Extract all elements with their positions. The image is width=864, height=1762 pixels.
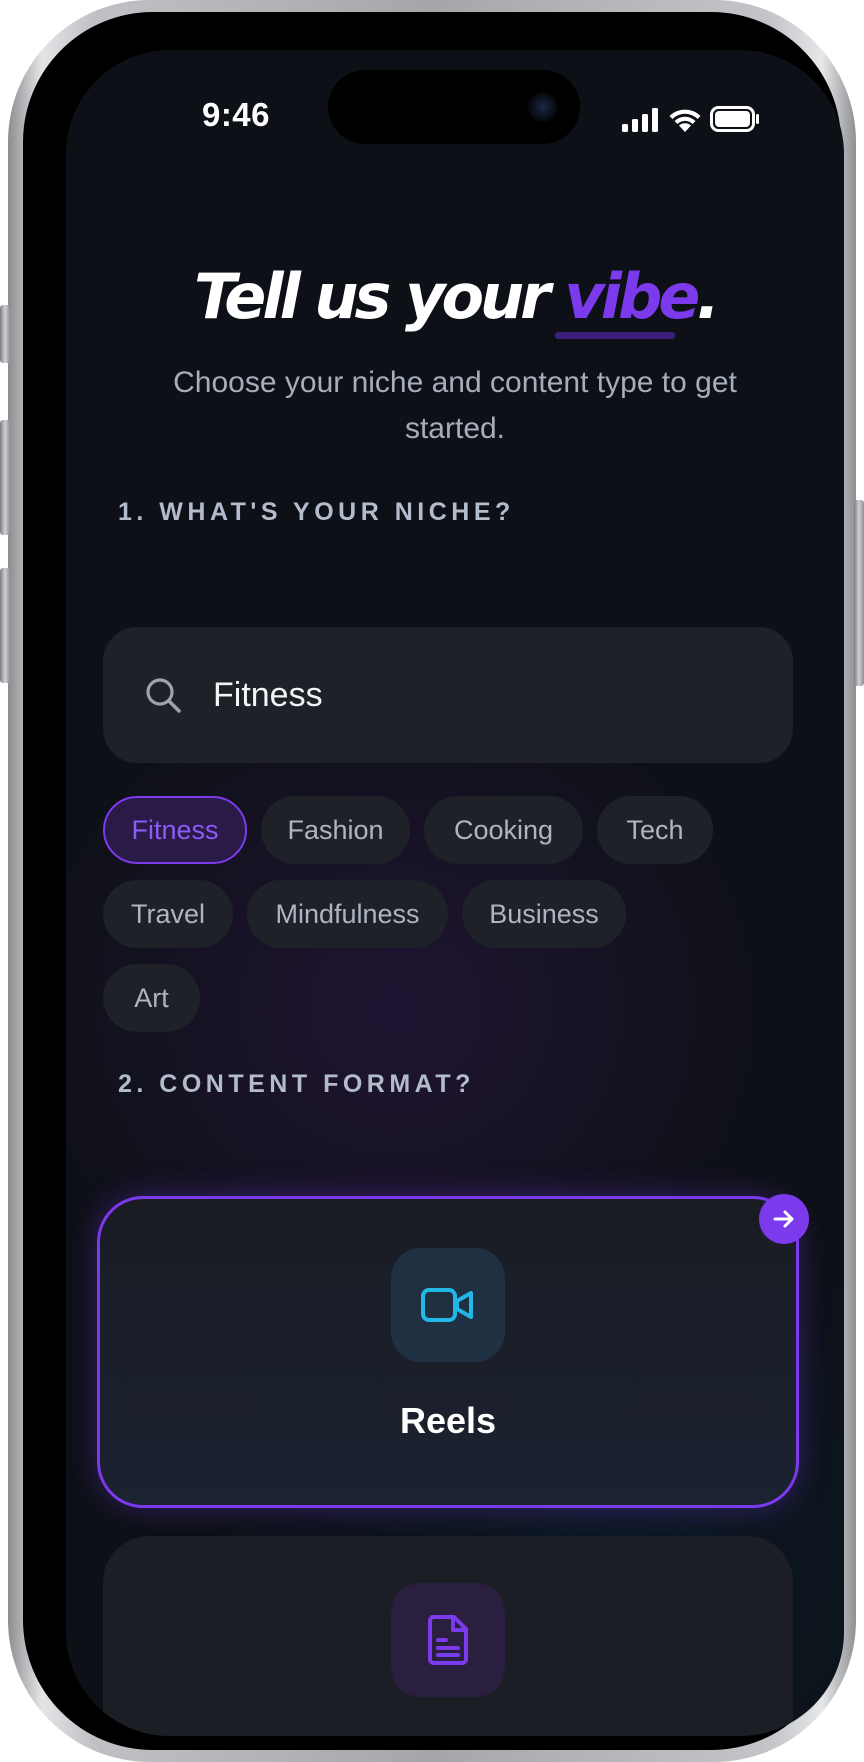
niche-search-input[interactable] <box>213 667 733 723</box>
volume-up-button <box>0 420 10 535</box>
dynamic-island <box>328 70 580 144</box>
format-card-reels[interactable]: Reels <box>97 1196 799 1508</box>
front-camera-icon <box>528 92 558 122</box>
status-icons <box>622 102 762 142</box>
selected-next-badge[interactable] <box>759 1194 809 1244</box>
niche-chip-travel[interactable]: Travel <box>103 880 233 948</box>
cellular-signal-icon <box>622 108 658 132</box>
side-button <box>854 500 864 686</box>
document-icon <box>428 1615 468 1665</box>
screen: 9:46 Tell us your vibe. Choose your nich… <box>66 50 844 1736</box>
status-time: 9:46 <box>201 96 271 133</box>
title-accent: vibe <box>564 260 700 333</box>
niche-chip-fitness[interactable]: Fitness <box>103 796 247 864</box>
niche-chip-cooking[interactable]: Cooking <box>424 796 583 864</box>
page-subtitle: Choose your niche and content type to ge… <box>173 366 737 445</box>
search-icon <box>146 678 181 713</box>
title-main: Tell us your <box>193 260 551 333</box>
format-card-label: Reels <box>399 1400 497 1441</box>
mute-switch <box>0 305 10 363</box>
niche-chip-business[interactable]: Business <box>462 880 626 948</box>
niche-section-label: 1. WHAT'S YOUR NICHE? <box>118 498 515 526</box>
niche-chip-tech[interactable]: Tech <box>597 796 713 864</box>
title-end: . <box>696 260 719 333</box>
niche-search-box[interactable] <box>103 627 793 763</box>
post-icon-tile <box>391 1583 505 1697</box>
title-accent-underline <box>555 332 675 339</box>
video-camera-icon <box>421 1288 473 1322</box>
format-section-label: 2. CONTENT FORMAT? <box>118 1070 475 1098</box>
niche-chip-fashion[interactable]: Fashion <box>261 796 410 864</box>
reels-icon-tile <box>391 1248 505 1362</box>
phone-frame: 9:46 Tell us your vibe. Choose your nich… <box>0 0 864 1762</box>
phone-bezel: 9:46 Tell us your vibe. Choose your nich… <box>23 12 844 1750</box>
battery-icon <box>710 106 759 132</box>
format-card-post[interactable] <box>103 1536 793 1736</box>
niche-chip-mindfulness[interactable]: Mindfulness <box>247 880 448 948</box>
volume-down-button <box>0 568 10 683</box>
page-title: Tell us your vibe. <box>66 260 844 333</box>
niche-chip-art[interactable]: Art <box>103 964 200 1032</box>
wifi-icon <box>669 109 701 132</box>
arrow-right-icon <box>773 1210 794 1228</box>
